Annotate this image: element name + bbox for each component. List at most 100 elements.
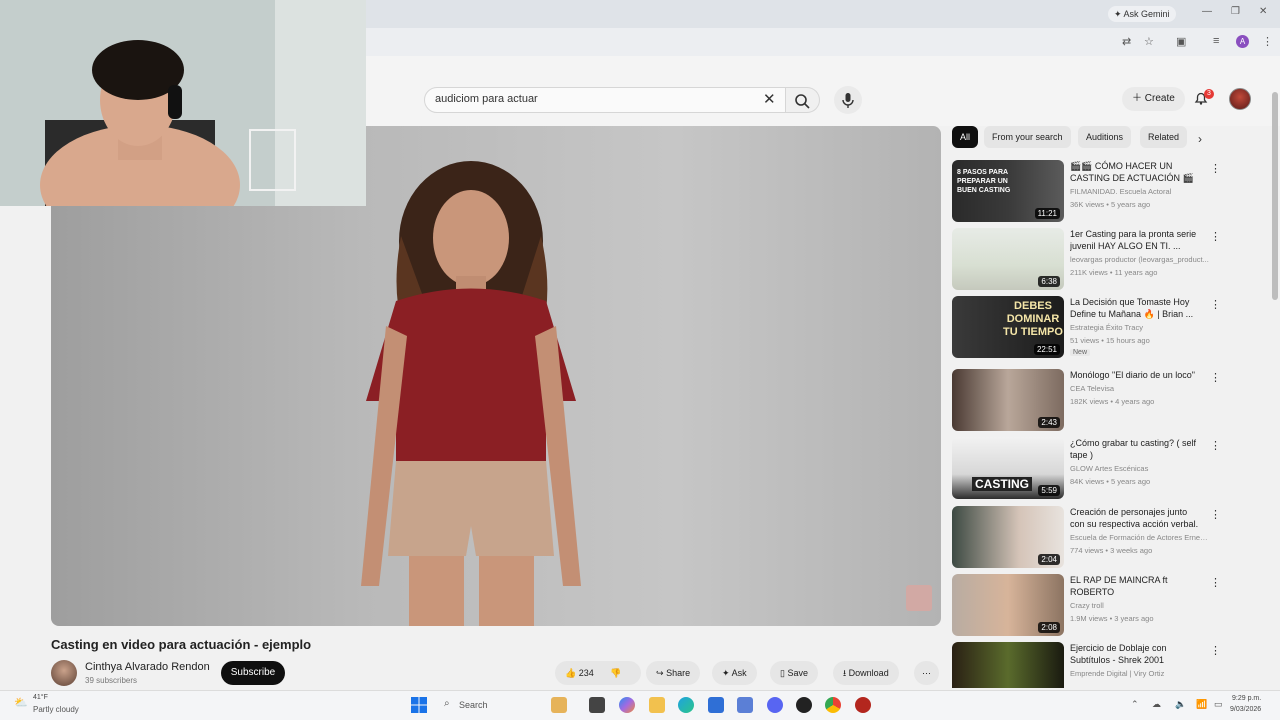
share-button[interactable]: ↪ Share bbox=[646, 661, 701, 685]
kebab-menu-icon[interactable]: ⋮ bbox=[1210, 508, 1221, 521]
kebab-menu-icon[interactable]: ⋮ bbox=[1210, 644, 1221, 657]
download-label: Download bbox=[848, 668, 889, 678]
like-dislike-control[interactable]: 👍 234 👎 bbox=[555, 661, 641, 685]
maximize-icon[interactable]: ❐ bbox=[1231, 6, 1240, 17]
tray-overflow-icon[interactable]: ⌃ bbox=[1131, 699, 1139, 710]
recommendation-meta: 182K views • 4 years ago bbox=[1070, 397, 1155, 406]
store-icon[interactable] bbox=[708, 697, 724, 713]
video-duration: 22:51 bbox=[1033, 344, 1060, 355]
browser-profile-avatar[interactable]: A bbox=[1236, 35, 1249, 48]
recommendation-item[interactable]: 8 PASOS PARA PREPARAR UN BUEN CASTING 11… bbox=[952, 160, 1232, 224]
recommendation-item[interactable]: 2:04 Creación de personajes junto con su… bbox=[952, 506, 1232, 570]
save-label: Save bbox=[787, 668, 808, 678]
recording-app-icon[interactable] bbox=[855, 697, 871, 713]
file-explorer-icon[interactable] bbox=[649, 697, 665, 713]
recommendation-channel: Estrategia Éxito Tracy bbox=[1070, 323, 1143, 332]
copilot-icon[interactable] bbox=[619, 697, 635, 713]
recommendation-title: La Decisión que Tomaste Hoy Define tu Ma… bbox=[1070, 297, 1194, 319]
recommendation-title: ¿Cómo grabar tu casting? ( self tape ) bbox=[1070, 438, 1197, 460]
ask-button[interactable]: ✦ Ask bbox=[712, 661, 757, 685]
player-watermark bbox=[906, 585, 932, 611]
close-window-icon[interactable]: ✕ bbox=[1259, 6, 1267, 17]
video-thumbnail[interactable]: CASTING 5:59 bbox=[952, 437, 1064, 499]
video-thumbnail[interactable]: 6:38 bbox=[952, 228, 1064, 290]
edge-browser-icon[interactable] bbox=[678, 697, 694, 713]
user-avatar[interactable] bbox=[1229, 88, 1251, 110]
like-count: 234 bbox=[578, 668, 594, 678]
taskbar-search[interactable]: Search bbox=[440, 696, 540, 714]
recommendation-item[interactable]: 2:43 Monólogo "El diario de un loco" CEA… bbox=[952, 369, 1232, 433]
recommendation-title: Creación de personajes junto con su resp… bbox=[1070, 507, 1199, 529]
recommendation-title: EL RAP DE MAINCRA ft ROBERTO bbox=[1070, 575, 1168, 597]
bookmark-star-icon[interactable]: ☆ bbox=[1144, 35, 1154, 48]
weather-icon[interactable]: ⛅ bbox=[14, 696, 28, 709]
tray-cloud-icon[interactable]: ☁ bbox=[1152, 699, 1161, 710]
chrome-icon[interactable] bbox=[825, 697, 841, 713]
search-button[interactable] bbox=[786, 87, 820, 113]
mail-icon[interactable] bbox=[737, 697, 753, 713]
video-thumbnail[interactable]: 2:08 bbox=[952, 574, 1064, 636]
dislike-icon[interactable]: 👎 bbox=[610, 668, 621, 678]
kebab-menu-icon[interactable]: ⋮ bbox=[1210, 576, 1221, 589]
video-thumbnail[interactable]: 8 PASOS PARA PREPARAR UN BUEN CASTING 11… bbox=[952, 160, 1064, 222]
subscribe-button[interactable]: Subscribe bbox=[221, 661, 285, 685]
kebab-menu-icon[interactable]: ⋮ bbox=[1210, 162, 1221, 175]
app-icon[interactable] bbox=[796, 697, 812, 713]
video-duration: 11:21 bbox=[1034, 208, 1060, 219]
recommendation-meta: 211K views • 11 years ago bbox=[1070, 268, 1158, 277]
video-thumbnail[interactable]: 2:04 bbox=[952, 506, 1064, 568]
chip-auditions[interactable]: Auditions bbox=[1078, 126, 1132, 148]
kebab-menu-icon[interactable]: ⋮ bbox=[1210, 439, 1221, 452]
like-icon[interactable]: 👍 bbox=[565, 668, 576, 678]
kebab-menu-icon[interactable]: ⋮ bbox=[1210, 371, 1221, 384]
widgets-icon[interactable] bbox=[551, 697, 567, 713]
taskbar-search-icon: ⌕ bbox=[444, 698, 450, 709]
share-icon: ↪ bbox=[656, 668, 664, 678]
recommendation-item[interactable]: 6:38 1er Casting para la pronta serie ju… bbox=[952, 228, 1232, 292]
search-query-text: audiciom para actuar bbox=[435, 93, 538, 105]
translate-icon[interactable]: ⇄ bbox=[1122, 35, 1131, 48]
battery-icon[interactable]: ▭ bbox=[1214, 699, 1223, 710]
download-button[interactable]: ⭳ Download bbox=[833, 661, 899, 685]
minimize-icon[interactable]: — bbox=[1202, 6, 1212, 17]
discord-icon[interactable] bbox=[767, 697, 783, 713]
voice-search-button[interactable] bbox=[834, 86, 862, 114]
weather-description: Partly cloudy bbox=[33, 705, 79, 714]
chip-all[interactable]: All bbox=[952, 126, 979, 148]
create-button[interactable]: ＋ Create bbox=[1122, 87, 1185, 111]
recommendation-item[interactable]: 2:08 EL RAP DE MAINCRA ft ROBERTO Crazy … bbox=[952, 574, 1232, 638]
kebab-menu-icon[interactable]: ⋮ bbox=[1210, 298, 1221, 311]
kebab-menu-icon[interactable]: ⋮ bbox=[1210, 230, 1221, 243]
recommendation-item[interactable]: CASTING 5:59 ¿Cómo grabar tu casting? ( … bbox=[952, 437, 1232, 501]
video-thumbnail[interactable]: DEBES DOMINAR TU TIEMPO 22:51 bbox=[952, 296, 1064, 358]
save-button[interactable]: ▯ Save bbox=[770, 661, 818, 685]
ask-gemini-button[interactable]: ✦ Ask Gemini bbox=[1108, 6, 1176, 22]
video-thumbnail[interactable]: 2:43 bbox=[952, 369, 1064, 431]
sidebar-icon[interactable]: ▣ bbox=[1176, 35, 1186, 48]
windows-start-icon[interactable] bbox=[411, 697, 427, 713]
ask-label: Ask bbox=[731, 668, 747, 678]
chip-related[interactable]: Related bbox=[1140, 126, 1188, 148]
video-thumbnail[interactable] bbox=[952, 642, 1064, 688]
task-view-icon[interactable] bbox=[589, 697, 605, 713]
sparkle-icon: ✦ bbox=[722, 668, 730, 678]
channel-avatar[interactable] bbox=[51, 660, 77, 686]
page-scrollbar[interactable] bbox=[1272, 92, 1278, 300]
volume-icon[interactable]: 🔈 bbox=[1175, 699, 1186, 710]
plus-icon: ＋ bbox=[1132, 93, 1142, 104]
weather-temperature: 41°F bbox=[33, 694, 48, 701]
chip-from-your-search[interactable]: From your search bbox=[984, 126, 1071, 148]
recommendation-channel: GLOW Artes Escénicas bbox=[1070, 464, 1149, 473]
tab-search-icon[interactable]: ≡ bbox=[1213, 35, 1219, 47]
clock-time[interactable]: 9:29 p.m. bbox=[1232, 695, 1261, 702]
wifi-icon[interactable]: 📶 bbox=[1196, 699, 1207, 710]
browser-menu-icon[interactable]: ⋮ bbox=[1262, 35, 1273, 48]
recommendation-item[interactable]: DEBES DOMINAR TU TIEMPO 22:51 La Decisió… bbox=[952, 296, 1232, 360]
chevron-right-icon[interactable]: › bbox=[1198, 132, 1202, 146]
clear-search-icon[interactable]: ✕ bbox=[763, 90, 776, 108]
recommendation-meta: 1.9M views • 3 years ago bbox=[1070, 614, 1154, 623]
clock-date[interactable]: 9/03/2026 bbox=[1230, 706, 1261, 713]
recommendation-item[interactable]: Ejercicio de Doblaje con Subtítulos - Sh… bbox=[952, 642, 1232, 688]
more-actions-button[interactable]: ⋯ bbox=[914, 661, 939, 685]
channel-name[interactable]: Cinthya Alvarado Rendon bbox=[85, 661, 210, 673]
